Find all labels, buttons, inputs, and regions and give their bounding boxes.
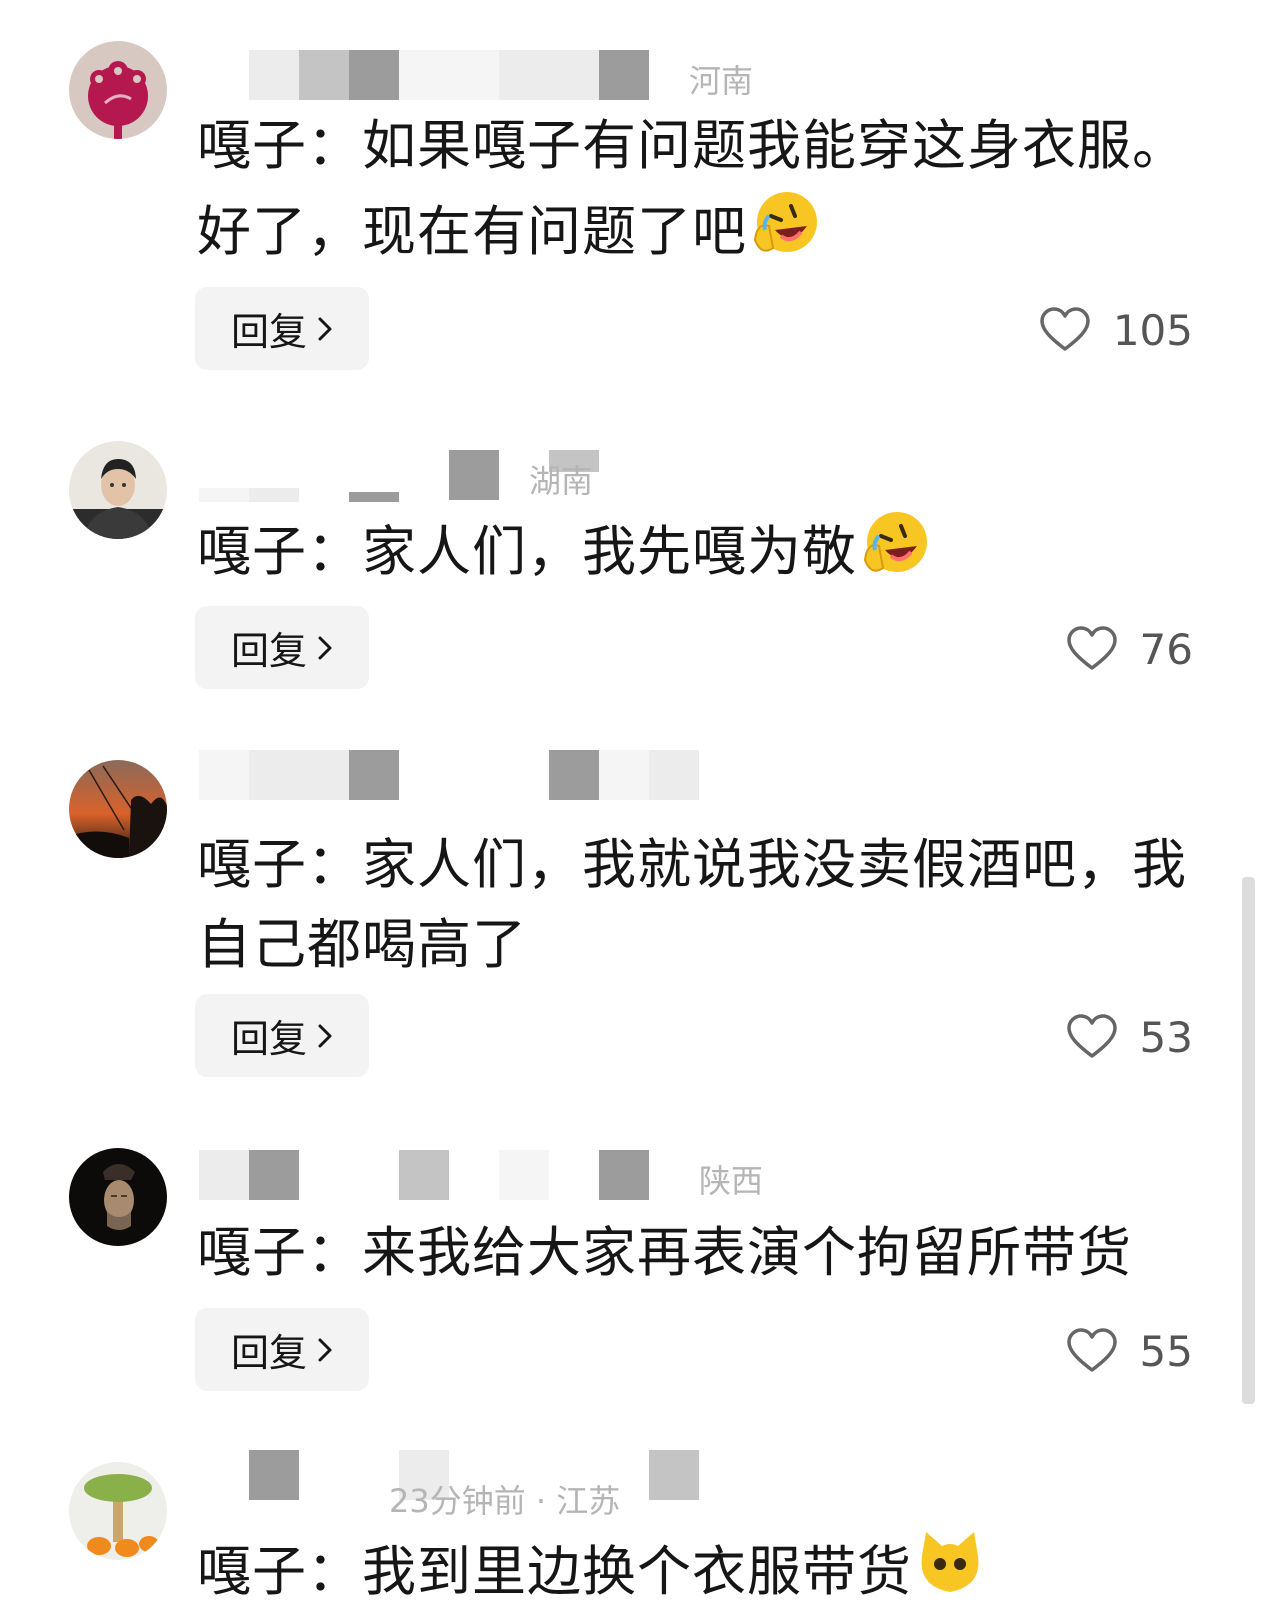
reply-label: 回复	[230, 310, 307, 354]
scrollbar[interactable]	[1242, 877, 1255, 1404]
heart-icon	[1040, 307, 1090, 351]
like-count: 76	[1139, 624, 1193, 674]
comment-meta	[199, 750, 719, 800]
comment-location: 河南	[689, 62, 754, 100]
rolling-laughing-face-icon	[747, 186, 823, 262]
comment-meta: 湖南	[199, 450, 819, 502]
comment-meta: 陕西	[199, 1150, 799, 1200]
heart-icon	[1066, 1328, 1117, 1372]
chevron-right-icon	[318, 1338, 332, 1361]
rolling-laughing-face-icon	[857, 506, 933, 582]
reply-label: 回复	[230, 1017, 307, 1061]
comment-meta: 河南	[199, 50, 799, 100]
heart-icon	[1066, 1014, 1117, 1058]
avatar[interactable]	[69, 760, 167, 858]
reply-button[interactable]: 回复	[195, 606, 369, 689]
like-count: 55	[1139, 1326, 1193, 1376]
chevron-right-icon	[318, 1024, 332, 1047]
avatar[interactable]	[69, 41, 167, 139]
reply-label: 回复	[230, 629, 307, 673]
like-button[interactable]: 76	[1066, 619, 1193, 679]
reply-button[interactable]: 回复	[195, 287, 369, 370]
comment-text: 嘎子：我到里边换个衣服带货	[197, 1526, 1187, 1612]
chevron-right-icon	[318, 317, 332, 340]
avatar[interactable]	[69, 1148, 167, 1246]
comment-text: 嘎子：家人们，我先嘎为敬	[197, 506, 1187, 592]
like-button[interactable]: 105	[1039, 300, 1193, 360]
like-count: 53	[1139, 1012, 1193, 1062]
avatar[interactable]	[69, 441, 167, 539]
cat-face-icon	[912, 1526, 988, 1602]
like-count: 105	[1112, 305, 1193, 355]
comment-location: 陕西	[699, 1162, 764, 1200]
comment-text: 嘎子：如果嘎子有问题我能穿这身衣服。 好了，现在有问题了吧	[197, 114, 1187, 263]
heart-icon	[1066, 626, 1117, 670]
chevron-right-icon	[318, 636, 332, 659]
like-button[interactable]: 53	[1066, 1007, 1193, 1067]
reply-button[interactable]: 回复	[195, 994, 369, 1077]
reply-label: 回复	[230, 1331, 307, 1375]
comment-location: 湖南	[529, 462, 594, 500]
reply-button[interactable]: 回复	[195, 1308, 369, 1391]
comment-meta: 23分钟前 · 江苏	[199, 1450, 819, 1520]
comment-text: 嘎子：家人们，我就说我没卖假酒吧，我自己都喝高了	[197, 833, 1187, 976]
like-button[interactable]: 55	[1066, 1321, 1193, 1381]
avatar[interactable]	[69, 1462, 167, 1560]
comment-time-location: 23分钟前 · 江苏	[389, 1482, 621, 1520]
comment-text: 嘎子：来我给大家再表演个拘留所带货	[197, 1221, 1132, 1284]
